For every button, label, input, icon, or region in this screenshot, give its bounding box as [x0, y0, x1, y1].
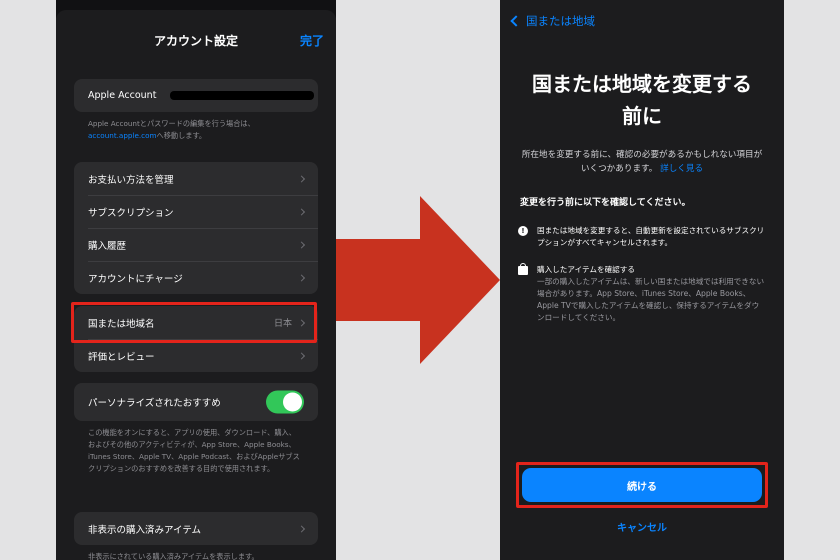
- chevron-right-icon: [297, 207, 306, 216]
- apple-account-label: Apple Account: [88, 90, 157, 101]
- title-line-2: 前に: [622, 104, 662, 128]
- intro-text: 所在地を変更する前に、確認の必要があるかもしれない項目がいくつかあります。: [521, 150, 763, 174]
- section-header: 変更を行う前に以下を確認してください。: [520, 198, 691, 208]
- hidden-purchases-group: 非表示の購入済みアイテム: [74, 512, 318, 545]
- page-title: 国または地域を変更する 前に: [510, 68, 774, 132]
- hidden-purchases-label: 非表示の購入済みアイテム: [88, 524, 202, 536]
- page-title: アカウント設定: [153, 34, 238, 48]
- account-note-suffix: へ移動します。: [156, 131, 207, 140]
- subscriptions-row[interactable]: サブスクリプション: [74, 195, 318, 228]
- apple-account-row[interactable]: Apple Account: [74, 79, 318, 112]
- chevron-left-icon: [510, 15, 522, 27]
- manage-payment-label: お支払い方法を管理: [88, 174, 174, 186]
- intro-text-block: 所在地を変更する前に、確認の必要があるかもしれない項目がいくつかあります。 詳し…: [520, 148, 764, 176]
- subscriptions-warning-item: ! 国または地域を変更すると、自動更新を設定されているサブスクリプションがすべて…: [518, 225, 766, 249]
- chevron-right-icon: [297, 174, 306, 183]
- account-note-text: Apple Accountとパスワードの編集を行う場合は、: [88, 119, 255, 128]
- purchase-history-label: 購入履歴: [88, 240, 127, 252]
- subscriptions-warning-text: 国または地域を変更すると、自動更新を設定されているサブスクリプションがすべてキャ…: [537, 226, 765, 247]
- cancel-button[interactable]: キャンセル: [500, 519, 784, 534]
- hidden-purchases-note: 非表示にされている購入済みアイテムを表示します。: [88, 552, 259, 560]
- subscriptions-label: サブスクリプション: [88, 207, 174, 219]
- account-settings-sheet: アカウント設定 完了 Apple Account Apple Accountとパ…: [56, 10, 336, 560]
- purchased-items-desc: 一部の購入したアイテムは、新しい国または地域では利用できない場合があります。Ap…: [537, 277, 765, 322]
- manage-payment-row[interactable]: お支払い方法を管理: [74, 162, 318, 195]
- highlight-box-region: [71, 302, 317, 343]
- account-link[interactable]: account.apple.com: [88, 131, 157, 140]
- purchased-items-title: 購入したアイテムを確認する: [537, 265, 635, 274]
- exclamation-icon: !: [518, 226, 528, 236]
- payment-group: お支払い方法を管理 サブスクリプション 購入履歴 アカウントにチャージ: [74, 162, 318, 294]
- ratings-reviews-row[interactable]: 評価とレビュー: [74, 339, 318, 372]
- ratings-reviews-label: 評価とレビュー: [88, 351, 155, 363]
- personalized-row: パーソナライズされたおすすめ: [74, 383, 318, 421]
- hidden-purchases-row[interactable]: 非表示の購入済みアイテム: [74, 512, 318, 545]
- personalized-group: パーソナライズされたおすすめ: [74, 383, 318, 421]
- add-funds-row[interactable]: アカウントにチャージ: [74, 261, 318, 294]
- chevron-right-icon: [297, 273, 306, 282]
- account-note: Apple Accountとパスワードの編集を行う場合は、 account.ap…: [88, 118, 308, 142]
- right-arrow-icon: [336, 196, 500, 364]
- add-funds-label: アカウントにチャージ: [88, 273, 183, 285]
- account-settings-screen: アカウント設定 完了 Apple Account Apple Accountとパ…: [56, 0, 336, 560]
- learn-more-link[interactable]: 詳しく見る: [660, 164, 703, 174]
- shopping-bag-icon: [518, 263, 528, 275]
- chevron-right-icon: [297, 524, 306, 533]
- apple-account-group: Apple Account: [74, 79, 318, 112]
- back-button[interactable]: 国または地域: [508, 13, 595, 29]
- chevron-right-icon: [297, 240, 306, 249]
- personalized-label: パーソナライズされたおすすめ: [88, 398, 221, 409]
- personalized-toggle[interactable]: [266, 390, 304, 414]
- done-button[interactable]: 完了: [300, 32, 324, 49]
- purchase-history-row[interactable]: 購入履歴: [74, 228, 318, 261]
- redacted-email: [170, 91, 314, 100]
- personalized-note: この機能をオンにすると、アプリの使用、ダウンロード、購入、およびその他のアクティ…: [88, 428, 300, 473]
- title-line-1: 国または地域を変更する: [532, 72, 752, 96]
- purchased-items-item: 購入したアイテムを確認する 一部の購入したアイテムは、新しい国または地域では利用…: [518, 263, 766, 324]
- highlight-box-continue: [516, 462, 768, 508]
- chevron-right-icon: [297, 351, 306, 360]
- back-label: 国または地域: [526, 14, 595, 28]
